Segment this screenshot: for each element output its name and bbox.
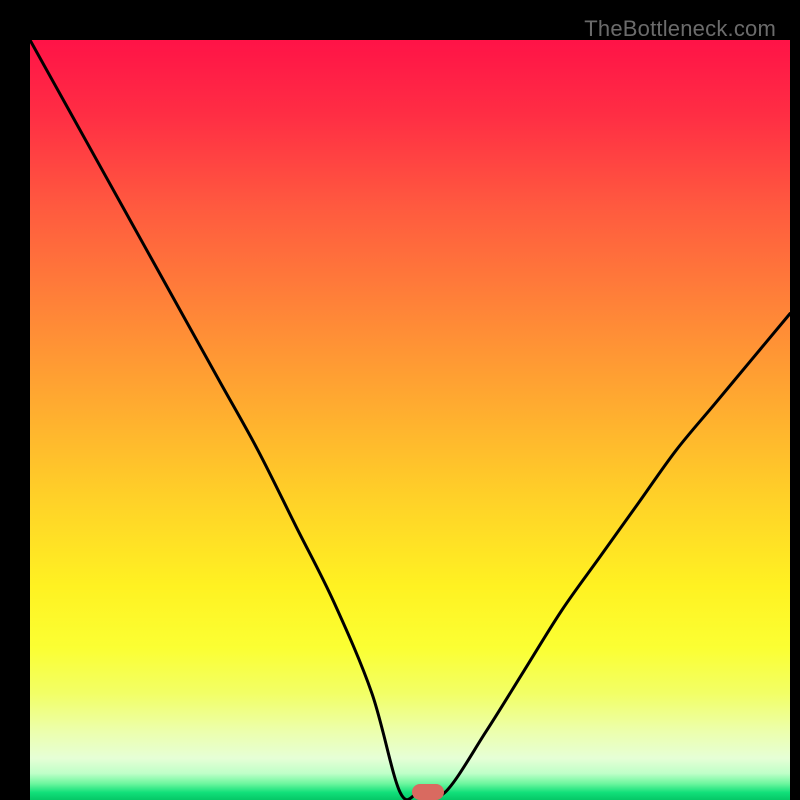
watermark-text: TheBottleneck.com [584,16,776,42]
chart-frame: TheBottleneck.com [10,10,790,790]
plot-area [30,40,790,800]
curve-layer [30,40,790,800]
optimal-marker [412,784,444,800]
bottleneck-curve [30,40,790,800]
